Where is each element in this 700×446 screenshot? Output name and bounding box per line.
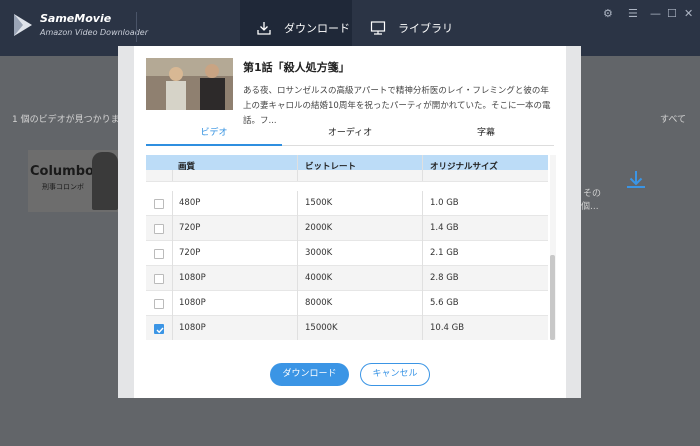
- cell-quality: 1080P: [172, 266, 297, 291]
- cell-size: 5.6 GB: [422, 291, 548, 316]
- table-scrollbar-thumb[interactable]: [550, 255, 555, 340]
- sort-select[interactable]: すべて: [660, 112, 686, 125]
- cell-quality: 480P: [172, 191, 297, 216]
- cell-size: 1.0 GB: [422, 191, 548, 216]
- episode-title: 第1話「殺人処方箋」: [243, 61, 350, 74]
- download-button[interactable]: ダウンロード: [270, 363, 349, 386]
- app-name: SameMovie: [40, 12, 112, 25]
- samemovie-logo-icon: [14, 14, 32, 36]
- row-checkbox[interactable]: [154, 299, 164, 309]
- tab-library-label: ライブラリ: [398, 22, 453, 35]
- cell-quality: 1080P: [172, 291, 297, 316]
- cancel-button[interactable]: キャンセル: [360, 363, 430, 386]
- settings-icon[interactable]: ⚙: [603, 7, 613, 20]
- table-row-selected[interactable]: 1080P 15000K 10.4 GB: [146, 316, 548, 340]
- cell-quality: 720P: [172, 216, 297, 241]
- cell-bitrate: 8000K: [297, 291, 422, 316]
- table-row-partial: [146, 170, 548, 182]
- cell-bitrate: 3000K: [297, 241, 422, 266]
- cell-bitrate: 1500K: [297, 191, 422, 216]
- minimize-icon[interactable]: —: [650, 7, 661, 20]
- cell-bitrate: 15000K: [297, 316, 422, 340]
- table-row[interactable]: 480P 1500K 1.0 GB: [146, 191, 548, 216]
- cell-quality: 720P: [172, 241, 297, 266]
- tab-subtitles[interactable]: 字幕: [418, 122, 554, 146]
- tab-video[interactable]: ビデオ: [146, 122, 282, 146]
- thumbnail-subtitle: 刑事コロンボ: [42, 183, 84, 191]
- download-tab-icon: [256, 20, 272, 36]
- download-arrow-icon[interactable]: [624, 168, 648, 196]
- video-count-text: 1 個のビデオが見つかりま: [12, 115, 120, 125]
- cell-size: 2.8 GB: [422, 266, 548, 291]
- cell-size: 1.4 GB: [422, 216, 548, 241]
- library-icon: [370, 20, 386, 36]
- track-tabs: ビデオ オーディオ 字幕: [146, 122, 554, 146]
- background-text-fragment: その: [583, 189, 602, 199]
- tab-download-label: ダウンロード: [284, 22, 350, 35]
- row-checkbox[interactable]: [154, 249, 164, 259]
- cell-size: 10.4 GB: [422, 316, 548, 340]
- tab-audio[interactable]: オーディオ: [282, 122, 418, 146]
- close-icon[interactable]: ✕: [684, 7, 693, 20]
- row-checkbox[interactable]: [154, 199, 164, 209]
- thumbnail-figure: [92, 152, 118, 210]
- table-row[interactable]: 1080P 4000K 2.8 GB: [146, 266, 548, 291]
- cell-bitrate: 2000K: [297, 216, 422, 241]
- menu-icon[interactable]: ☰: [628, 7, 638, 20]
- thumbnail-title: Columbo: [30, 164, 94, 179]
- table-row[interactable]: 1080P 8000K 5.6 GB: [146, 291, 548, 316]
- table-row[interactable]: 720P 3000K 2.1 GB: [146, 241, 548, 266]
- cell-size: 2.1 GB: [422, 241, 548, 266]
- row-checkbox[interactable]: [154, 274, 164, 284]
- title-divider: [136, 12, 137, 42]
- row-checkbox-checked[interactable]: [154, 324, 164, 334]
- maximize-icon[interactable]: ☐: [667, 7, 677, 20]
- cell-quality: 1080P: [172, 316, 297, 340]
- app-subtitle: Amazon Video Downloader: [40, 28, 148, 37]
- cell-bitrate: 4000K: [297, 266, 422, 291]
- table-row[interactable]: 720P 2000K 1.4 GB: [146, 216, 548, 241]
- episode-thumbnail: [146, 58, 233, 110]
- quality-table: 画質 ビットレート オリジナルサイズ 480P 1500K 1.0 GB 720…: [146, 155, 550, 340]
- row-checkbox[interactable]: [154, 224, 164, 234]
